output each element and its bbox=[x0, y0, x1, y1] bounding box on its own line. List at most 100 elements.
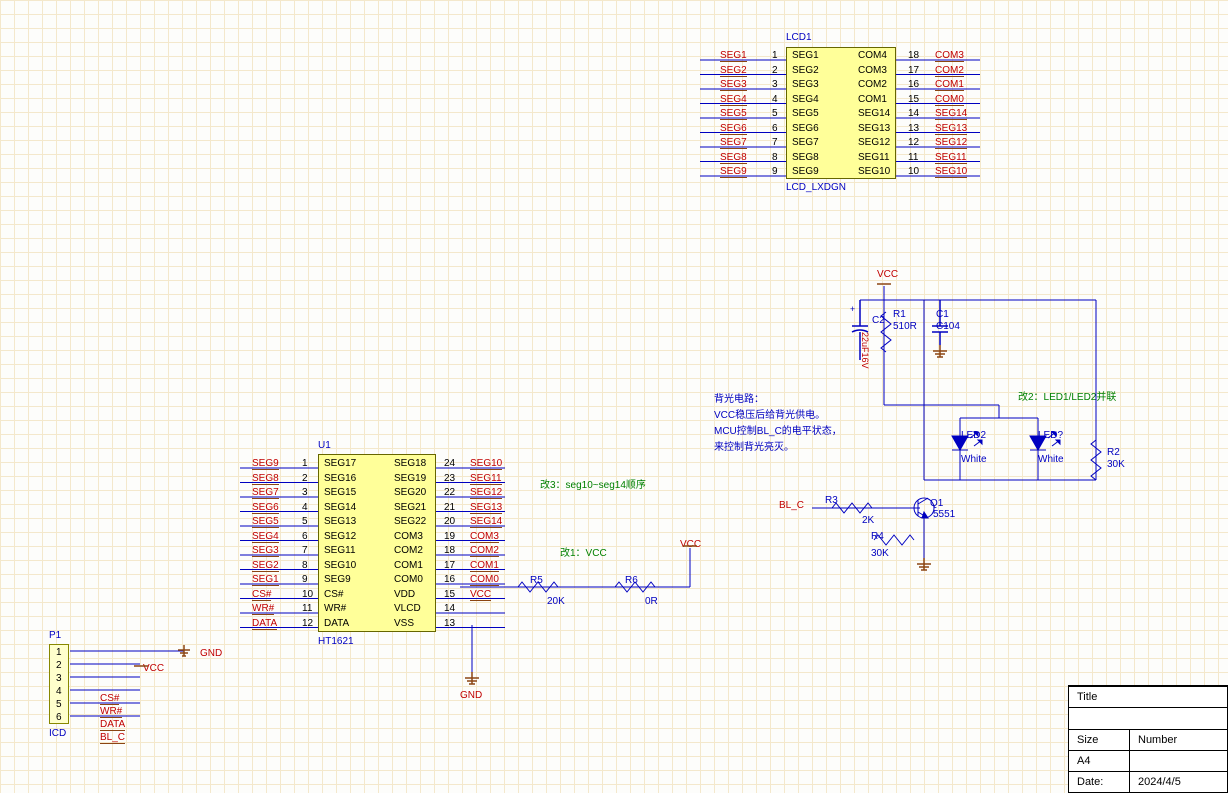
u1-left-name-4: SEG13 bbox=[324, 516, 356, 527]
u1-right-net-4: SEG14 bbox=[470, 516, 502, 528]
u1-right-net-7: COM1 bbox=[470, 560, 499, 572]
u1-left-num-1: 2 bbox=[302, 473, 308, 484]
u1-right-net-1: SEG11 bbox=[470, 473, 502, 485]
u1-right-name-11: VSS bbox=[394, 618, 414, 629]
lcd-right-num-4: 14 bbox=[908, 108, 919, 119]
lcd-left-net-7: SEG8 bbox=[720, 152, 747, 164]
lcd-left-num-3: 4 bbox=[772, 94, 778, 105]
lcd-left-name-7: SEG8 bbox=[792, 152, 819, 163]
lcd-right-net-6: SEG12 bbox=[935, 137, 967, 149]
u1-left-name-1: SEG16 bbox=[324, 473, 356, 484]
lcd-left-num-8: 9 bbox=[772, 166, 778, 177]
u1-right-name-4: SEG22 bbox=[394, 516, 426, 527]
p1-pin-3: 4 bbox=[56, 686, 62, 697]
lcd-right-num-5: 13 bbox=[908, 123, 919, 134]
u1-right-name-2: SEG20 bbox=[394, 487, 426, 498]
title-block: Title Size Number A4 Date: 2024/4/5 bbox=[1068, 685, 1228, 793]
lcd-right-name-7: SEG11 bbox=[858, 152, 890, 163]
lcd-right-num-3: 15 bbox=[908, 94, 919, 105]
u1-left-net-4: SEG5 bbox=[252, 516, 279, 528]
lcd-right-name-4: SEG14 bbox=[858, 108, 890, 119]
u1-left-net-9: CS# bbox=[252, 589, 271, 601]
p1-net-4: DATA bbox=[100, 719, 125, 731]
p1-net-2: CS# bbox=[100, 693, 119, 705]
u1-right-num-9: 15 bbox=[444, 589, 455, 600]
lcd-right-num-8: 10 bbox=[908, 166, 919, 177]
u1-left-num-2: 3 bbox=[302, 487, 308, 498]
u1-left-name-5: SEG12 bbox=[324, 531, 356, 542]
lcd-left-num-4: 5 bbox=[772, 108, 778, 119]
lcd-right-net-7: SEG11 bbox=[935, 152, 967, 164]
u1-right-net-5: COM3 bbox=[470, 531, 499, 543]
lcd-right-net-5: SEG13 bbox=[935, 123, 967, 135]
p1-net-3: WR# bbox=[100, 706, 122, 718]
p1-pin-0: 1 bbox=[56, 647, 62, 658]
u1-right-name-7: COM1 bbox=[394, 560, 423, 571]
u1-left-net-7: SEG2 bbox=[252, 560, 279, 572]
lcd-right-name-2: COM2 bbox=[858, 79, 887, 90]
u1-left-name-9: CS# bbox=[324, 589, 343, 600]
schematic-canvas: LCD1 LCD_LXDGN U1 HT1621 P1 ICD 改3：seg10… bbox=[0, 0, 1228, 793]
lcd-left-name-4: SEG5 bbox=[792, 108, 819, 119]
svg-text:+: + bbox=[850, 304, 855, 314]
u1-right-name-1: SEG19 bbox=[394, 473, 426, 484]
u1-left-num-0: 1 bbox=[302, 458, 308, 469]
lcd-left-net-8: SEG9 bbox=[720, 166, 747, 178]
lcd-left-net-2: SEG3 bbox=[720, 79, 747, 91]
lcd-right-num-2: 16 bbox=[908, 79, 919, 90]
titleblock-size: A4 bbox=[1069, 751, 1129, 771]
u1-right-net-8: COM0 bbox=[470, 574, 499, 586]
titleblock-number-label: Number bbox=[1129, 730, 1227, 750]
u1-right-num-7: 17 bbox=[444, 560, 455, 571]
u1-left-name-3: SEG14 bbox=[324, 502, 356, 513]
u1-left-name-7: SEG10 bbox=[324, 560, 356, 571]
lcd-right-name-1: COM3 bbox=[858, 65, 887, 76]
u1-right-name-6: COM2 bbox=[394, 545, 423, 556]
lcd-left-name-0: SEG1 bbox=[792, 50, 819, 61]
lcd-left-name-3: SEG4 bbox=[792, 94, 819, 105]
u1-right-net-9: VCC bbox=[470, 589, 491, 601]
lcd-left-name-6: SEG7 bbox=[792, 137, 819, 148]
u1-right-name-5: COM3 bbox=[394, 531, 423, 542]
lcd-right-name-6: SEG12 bbox=[858, 137, 890, 148]
lcd-left-net-6: SEG7 bbox=[720, 137, 747, 149]
u1-left-name-2: SEG15 bbox=[324, 487, 356, 498]
u1-right-net-3: SEG13 bbox=[470, 502, 502, 514]
lcd-left-net-1: SEG2 bbox=[720, 65, 747, 77]
u1-right-num-11: 13 bbox=[444, 618, 455, 629]
lcd-left-num-6: 7 bbox=[772, 137, 778, 148]
lcd-left-name-2: SEG3 bbox=[792, 79, 819, 90]
u1-left-num-9: 10 bbox=[302, 589, 313, 600]
u1-right-net-6: COM2 bbox=[470, 545, 499, 557]
u1-left-num-4: 5 bbox=[302, 516, 308, 527]
u1-right-name-10: VLCD bbox=[394, 603, 421, 614]
p1-pin-2: 3 bbox=[56, 673, 62, 684]
lcd-left-name-1: SEG2 bbox=[792, 65, 819, 76]
u1-left-net-10: WR# bbox=[252, 603, 274, 615]
u1-left-net-0: SEG9 bbox=[252, 458, 279, 470]
lcd-right-net-2: COM1 bbox=[935, 79, 964, 91]
u1-right-name-9: VDD bbox=[394, 589, 415, 600]
lcd-right-net-1: COM2 bbox=[935, 65, 964, 77]
u1-left-name-8: SEG9 bbox=[324, 574, 351, 585]
titleblock-size-label: Size bbox=[1069, 730, 1129, 750]
u1-left-num-5: 6 bbox=[302, 531, 308, 542]
u1-left-net-3: SEG6 bbox=[252, 502, 279, 514]
p1-net-5: BL_C bbox=[100, 732, 125, 744]
lcd-right-net-3: COM0 bbox=[935, 94, 964, 106]
u1-left-name-11: DATA bbox=[324, 618, 349, 629]
lcd-right-net-8: SEG10 bbox=[935, 166, 967, 178]
u1-right-num-0: 24 bbox=[444, 458, 455, 469]
lcd-right-num-1: 17 bbox=[908, 65, 919, 76]
u1-left-net-8: SEG1 bbox=[252, 574, 279, 586]
titleblock-date: 2024/4/5 bbox=[1129, 772, 1227, 792]
lcd-right-num-0: 18 bbox=[908, 50, 919, 61]
lcd-right-name-5: SEG13 bbox=[858, 123, 890, 134]
u1-right-name-0: SEG18 bbox=[394, 458, 426, 469]
u1-left-net-2: SEG7 bbox=[252, 487, 279, 499]
lcd-left-num-1: 2 bbox=[772, 65, 778, 76]
u1-left-net-1: SEG8 bbox=[252, 473, 279, 485]
u1-right-num-3: 21 bbox=[444, 502, 455, 513]
lcd-right-name-8: SEG10 bbox=[858, 166, 890, 177]
u1-right-num-1: 23 bbox=[444, 473, 455, 484]
